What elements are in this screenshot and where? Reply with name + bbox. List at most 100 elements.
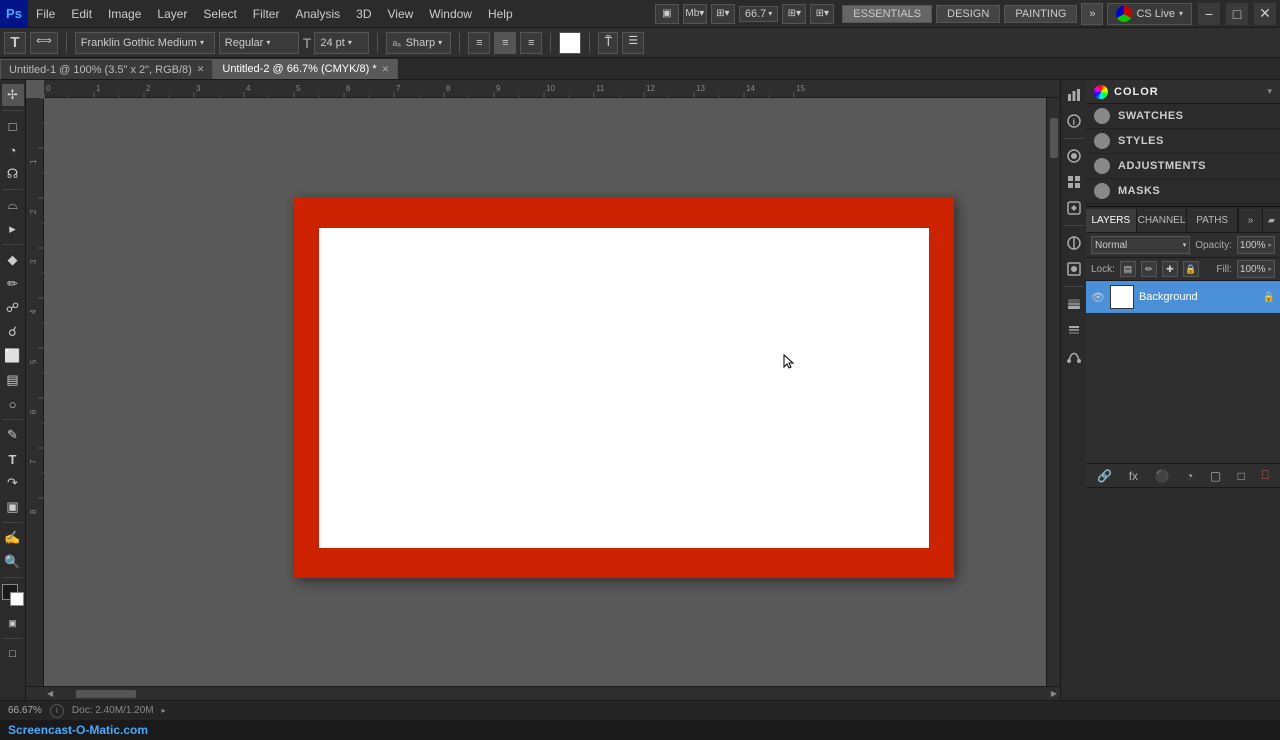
tool-brush[interactable]: ✏ xyxy=(2,273,24,295)
menu-select[interactable]: Select xyxy=(195,0,244,28)
quick-mask-btn[interactable]: ▣ xyxy=(2,612,24,634)
type-tool-icon[interactable]: T xyxy=(4,32,26,54)
masks-panel-header[interactable]: MASKS xyxy=(1086,179,1280,204)
opacity-input[interactable]: 100% ▸ xyxy=(1237,236,1275,254)
text-color-swatch[interactable] xyxy=(559,32,581,54)
styles-panel-header[interactable]: STYLES xyxy=(1086,129,1280,154)
menubar-tool-2[interactable]: Mb▾ xyxy=(683,4,707,24)
adjustments-panel-header[interactable]: ADJUSTMENTS xyxy=(1086,154,1280,179)
more-modes-btn[interactable]: » xyxy=(1081,3,1103,25)
panel-icon-bar-chart[interactable] xyxy=(1063,84,1085,106)
tool-hand[interactable]: ✍ xyxy=(2,527,24,549)
font-name-dropdown[interactable]: Franklin Gothic Medium ▾ xyxy=(75,32,215,54)
color-expand[interactable]: ▾ xyxy=(1267,86,1272,97)
mode-design[interactable]: DESIGN xyxy=(936,5,1000,23)
anti-alias-dropdown[interactable]: aₐ Sharp ▾ xyxy=(386,32,451,54)
layers-panel-expand[interactable]: » xyxy=(1238,209,1262,232)
swatches-panel-header[interactable]: SWATCHES xyxy=(1086,104,1280,129)
menu-image[interactable]: Image xyxy=(100,0,149,28)
panel-icon-masks[interactable] xyxy=(1063,258,1085,280)
panel-icon-paths[interactable] xyxy=(1063,345,1085,367)
layer-style-btn[interactable]: fx xyxy=(1129,469,1138,483)
blend-mode-dropdown[interactable]: Normal ▾ xyxy=(1091,236,1190,254)
lock-transparent-btn[interactable]: ▤ xyxy=(1120,261,1136,277)
scrollbar-vertical[interactable] xyxy=(1046,98,1060,686)
scroll-thumb-v[interactable] xyxy=(1050,118,1058,158)
tool-type[interactable]: T xyxy=(2,448,24,470)
link-layers-btn[interactable]: 🔗 xyxy=(1097,469,1112,483)
tool-magic-wand[interactable]: ☊ xyxy=(2,163,24,185)
menu-help[interactable]: Help xyxy=(480,0,521,28)
win-close[interactable]: ✕ xyxy=(1254,3,1276,25)
screen-mode-btn[interactable]: □ xyxy=(2,643,24,665)
tool-spot-heal[interactable]: ◆ xyxy=(2,249,24,271)
status-arrow[interactable]: ▸ xyxy=(162,706,166,715)
font-size-dropdown[interactable]: 24 pt ▾ xyxy=(314,32,369,54)
menu-view[interactable]: View xyxy=(379,0,421,28)
font-style-dropdown[interactable]: Regular ▾ xyxy=(219,32,299,54)
new-layer-btn[interactable]: □ xyxy=(1238,469,1245,483)
tool-clone[interactable]: ☍ xyxy=(2,297,24,319)
tool-zoom[interactable]: 🔍 xyxy=(2,551,24,573)
menubar-tool-3[interactable]: ⊞▾ xyxy=(711,4,735,24)
layer-mask-btn[interactable]: ⚫ xyxy=(1155,469,1170,483)
menu-analysis[interactable]: Analysis xyxy=(287,0,348,28)
tab-2[interactable]: Untitled-2 @ 66.7% (CMYK/8) * ✕ xyxy=(213,59,398,79)
tool-shape[interactable]: ▣ xyxy=(2,496,24,518)
tool-gradient[interactable]: ▤ xyxy=(2,369,24,391)
fill-input[interactable]: 100% ▸ xyxy=(1237,260,1275,278)
menubar-tool-4[interactable]: ⊞▾ xyxy=(782,4,806,24)
panel-icon-color[interactable] xyxy=(1063,145,1085,167)
delete-layer-btn[interactable]: ⎕ xyxy=(1261,468,1268,483)
tab-1[interactable]: Untitled-1 @ 100% (3.5" x 2", RGB/8) ✕ xyxy=(0,59,213,79)
menu-edit[interactable]: Edit xyxy=(63,0,100,28)
tool-move[interactable]: ✢ xyxy=(2,84,24,106)
menu-window[interactable]: Window xyxy=(421,0,480,28)
mode-essentials[interactable]: ESSENTIALS xyxy=(842,5,932,23)
tab-1-close[interactable]: ✕ xyxy=(197,64,205,75)
scroll-right-arrow[interactable]: ▶ xyxy=(1048,689,1060,698)
canvas-content[interactable] xyxy=(44,98,1060,686)
win-minimize[interactable]: − xyxy=(1198,3,1220,25)
tab-paths[interactable]: PATHS xyxy=(1187,209,1238,232)
scroll-left-arrow[interactable]: ◀ xyxy=(44,689,56,698)
lock-image-btn[interactable]: ✏ xyxy=(1141,261,1157,277)
lock-all-btn[interactable]: 🔒 xyxy=(1183,261,1199,277)
menu-file[interactable]: File xyxy=(28,0,63,28)
panel-icon-styles[interactable] xyxy=(1063,197,1085,219)
document[interactable] xyxy=(294,198,954,578)
tab-layers[interactable]: LAYERS xyxy=(1086,209,1137,232)
tool-path-select[interactable]: ↷ xyxy=(2,472,24,494)
text-panel-btn[interactable]: ☰ xyxy=(622,32,644,54)
panel-icon-adjustments[interactable] xyxy=(1063,232,1085,254)
opt-text-align[interactable]: ⟺ xyxy=(30,32,58,54)
menu-layer[interactable]: Layer xyxy=(149,0,195,28)
layer-row-background[interactable]: 👁 Background 🔒 xyxy=(1086,281,1280,313)
zoom-display[interactable]: 66.7 ▾ xyxy=(739,6,778,22)
align-left-btn[interactable]: ≡ xyxy=(468,32,490,54)
menubar-tool-5[interactable]: ⊞▾ xyxy=(810,4,834,24)
tool-history-brush[interactable]: ☌ xyxy=(2,321,24,343)
tool-pen[interactable]: ✎ xyxy=(2,424,24,446)
align-right-btn[interactable]: ≡ xyxy=(520,32,542,54)
scrollbar-horizontal[interactable]: ◀ ▶ xyxy=(44,686,1060,700)
tool-eyedropper[interactable]: ▸ xyxy=(2,218,24,240)
tab-channel[interactable]: CHANNEL xyxy=(1137,209,1188,232)
warp-text-btn[interactable]: T̃ xyxy=(598,32,618,54)
new-group-btn[interactable]: ▢ xyxy=(1210,469,1221,483)
background-swatch[interactable] xyxy=(10,592,24,606)
mode-painting[interactable]: PAINTING xyxy=(1004,5,1077,23)
lock-position-btn[interactable]: ✚ xyxy=(1162,261,1178,277)
cs-live-btn[interactable]: CS Live ▾ xyxy=(1107,3,1192,25)
new-fill-adj-btn[interactable]: ◔ xyxy=(1186,469,1193,483)
document-inner[interactable] xyxy=(319,228,929,548)
panel-icon-channels[interactable] xyxy=(1063,319,1085,341)
menu-filter[interactable]: Filter xyxy=(245,0,288,28)
tool-crop[interactable]: ⌓ xyxy=(2,194,24,216)
menubar-tool-1[interactable]: ▣ xyxy=(655,4,679,24)
tool-marquee[interactable]: □ xyxy=(2,115,24,137)
scroll-thumb-h[interactable] xyxy=(76,690,136,698)
align-center-btn[interactable]: ≡ xyxy=(494,32,516,54)
layers-panel-menu[interactable]: ▰ xyxy=(1262,209,1280,232)
layer-visibility-eye[interactable]: 👁 xyxy=(1091,291,1105,304)
